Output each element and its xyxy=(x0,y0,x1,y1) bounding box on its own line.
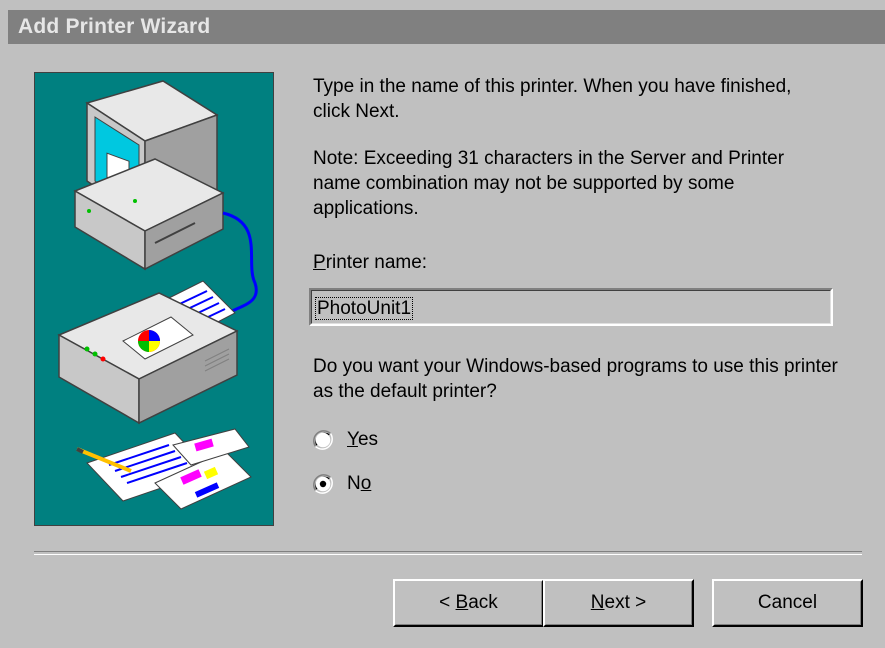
printer-name-input[interactable]: PhotoUnit1 xyxy=(309,288,833,326)
radio-yes-label: Yes xyxy=(347,429,378,451)
printer-name-label-text: rinter name: xyxy=(325,252,428,273)
radio-selected-icon xyxy=(313,474,333,494)
default-printer-question: Do you want your Windows-based programs … xyxy=(313,356,838,402)
title-bar[interactable]: Add Printer Wizard xyxy=(8,10,885,44)
radio-unselected-icon xyxy=(313,430,333,450)
next-button-accel: N xyxy=(590,592,605,613)
cancel-button-label: Cancel xyxy=(757,592,818,613)
printer-name-value: PhotoUnit1 xyxy=(314,297,414,320)
instructions-text: Type in the name of this printer. When y… xyxy=(313,76,792,122)
back-button[interactable]: < Back xyxy=(393,579,544,627)
back-button-text: ack xyxy=(468,592,498,613)
radio-no-text: N xyxy=(347,473,361,494)
computer-printer-icon xyxy=(57,80,258,510)
back-button-prefix: < xyxy=(439,592,456,613)
window-title: Add Printer Wizard xyxy=(18,15,211,38)
next-button[interactable]: Next > xyxy=(543,579,694,627)
back-button-accel: B xyxy=(455,592,469,613)
radio-yes[interactable]: Yes xyxy=(312,425,378,455)
printer-name-input-inner: PhotoUnit1 xyxy=(311,290,831,324)
printer-name-label: Printer name: xyxy=(313,250,427,275)
back-button-label: < Back xyxy=(439,592,498,614)
character-limit-note: Note: Exceeding 31 characters in the Ser… xyxy=(313,148,785,219)
add-printer-wizard-window: Add Printer Wizard Type in the name of t… xyxy=(0,0,885,648)
cancel-button[interactable]: Cancel xyxy=(712,579,863,627)
radio-yes-text: es xyxy=(357,429,379,450)
radio-no[interactable]: No xyxy=(312,469,371,499)
next-button-text: ext > xyxy=(604,592,647,613)
computer-printer-illustration xyxy=(34,72,274,526)
printer-name-label-accel: P xyxy=(313,252,326,273)
button-separator xyxy=(34,551,862,555)
radio-yes-accel: Y xyxy=(347,429,358,450)
radio-no-accel: o xyxy=(360,473,372,494)
radio-no-label: No xyxy=(347,473,371,495)
next-button-label: Next > xyxy=(591,592,646,614)
